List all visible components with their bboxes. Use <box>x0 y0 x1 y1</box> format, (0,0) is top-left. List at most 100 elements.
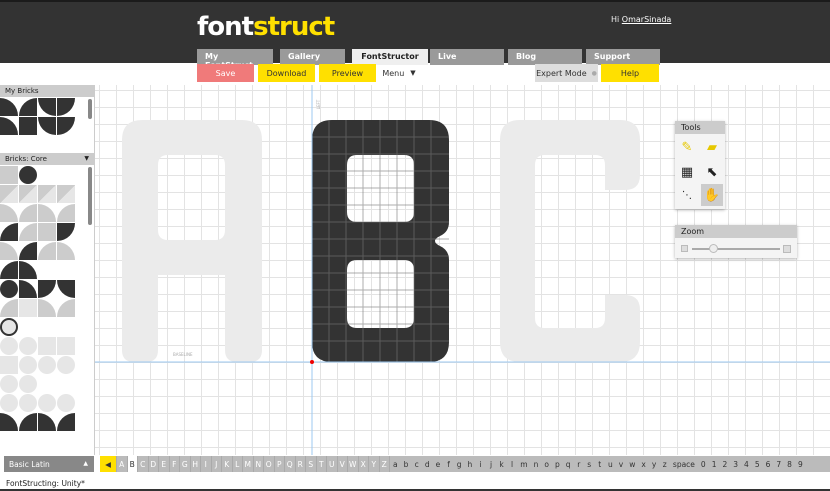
brick[interactable] <box>38 394 56 412</box>
brick[interactable] <box>0 185 18 203</box>
char-c[interactable]: c <box>411 456 422 472</box>
pencil-icon[interactable]: ✎ <box>676 136 698 158</box>
char-1[interactable]: 1 <box>709 456 720 472</box>
char-C[interactable]: C <box>138 456 149 472</box>
tab-my-fontstruct[interactable]: My FontStruct <box>197 49 273 70</box>
brick[interactable] <box>57 413 75 431</box>
char-E[interactable]: E <box>159 456 170 472</box>
brick[interactable] <box>0 318 18 336</box>
char-Z[interactable]: Z <box>380 456 390 472</box>
char-4[interactable]: 4 <box>741 456 752 472</box>
brick[interactable] <box>38 204 56 222</box>
char-i[interactable]: i <box>475 456 486 472</box>
char-O[interactable]: O <box>264 456 275 472</box>
download-button[interactable]: Download <box>258 64 315 82</box>
brick[interactable] <box>0 166 18 184</box>
brick[interactable] <box>57 356 75 374</box>
bricks-core-header[interactable]: Bricks: Core ▼ <box>0 153 94 165</box>
tab-support[interactable]: Support <box>586 49 660 65</box>
char-l[interactable]: l <box>507 456 518 472</box>
brick[interactable] <box>57 242 75 260</box>
char-K[interactable]: K <box>222 456 233 472</box>
brick[interactable] <box>0 223 18 241</box>
brick[interactable] <box>38 356 56 374</box>
brick[interactable] <box>38 337 56 355</box>
brick[interactable] <box>57 98 75 116</box>
brick[interactable] <box>19 185 37 203</box>
brick[interactable] <box>19 166 37 184</box>
brick[interactable] <box>57 223 75 241</box>
char-F[interactable]: F <box>170 456 180 472</box>
char-a[interactable]: a <box>390 456 401 472</box>
brick[interactable] <box>19 223 37 241</box>
zoom-in-icon[interactable] <box>783 245 791 253</box>
char-b[interactable]: b <box>401 456 412 472</box>
char-j[interactable]: j <box>486 456 497 472</box>
brick[interactable] <box>57 280 75 298</box>
char-u[interactable]: u <box>605 456 616 472</box>
brick[interactable] <box>38 98 56 116</box>
brick[interactable] <box>57 299 75 317</box>
brick[interactable] <box>0 117 18 135</box>
eraser-icon[interactable]: ▰ <box>701 136 723 158</box>
char-s[interactable]: s <box>584 456 595 472</box>
expert-mode-toggle[interactable]: Expert Mode ● <box>535 64 598 82</box>
char-I[interactable]: I <box>201 456 212 472</box>
preview-button[interactable]: Preview <box>319 64 376 82</box>
select-arrow-icon[interactable]: ⬉ <box>701 161 723 183</box>
brick[interactable] <box>38 299 56 317</box>
hand-icon[interactable]: ✋ <box>701 184 723 206</box>
char-8[interactable]: 8 <box>784 456 795 472</box>
username-link[interactable]: OmarSinada <box>622 15 672 24</box>
char-e[interactable]: e <box>433 456 444 472</box>
brick[interactable] <box>19 337 37 355</box>
char-g[interactable]: g <box>454 456 465 472</box>
char-3[interactable]: 3 <box>730 456 741 472</box>
brick[interactable] <box>0 337 18 355</box>
brick[interactable] <box>19 356 37 374</box>
line-dots-icon[interactable]: ⋱ <box>676 184 698 206</box>
brick[interactable] <box>0 413 18 431</box>
char-v[interactable]: v <box>616 456 627 472</box>
char-t[interactable]: t <box>595 456 606 472</box>
brick[interactable] <box>0 98 18 116</box>
char-r[interactable]: r <box>574 456 585 472</box>
char-k[interactable]: k <box>496 456 507 472</box>
tab-gallery[interactable]: Gallery <box>280 49 345 65</box>
brick[interactable] <box>57 204 75 222</box>
char-H[interactable]: H <box>191 456 201 472</box>
char-w[interactable]: w <box>626 456 638 472</box>
char-M[interactable]: M <box>243 456 254 472</box>
brick[interactable] <box>19 117 37 135</box>
char-L[interactable]: L <box>233 456 243 472</box>
char-d[interactable]: d <box>422 456 433 472</box>
brick[interactable] <box>38 223 56 241</box>
char-P[interactable]: P <box>275 456 285 472</box>
char-y[interactable]: y <box>649 456 660 472</box>
char-space[interactable]: space <box>670 456 698 472</box>
char-z[interactable]: z <box>659 456 670 472</box>
char-n[interactable]: n <box>531 456 542 472</box>
core-bricks-scrollbar[interactable] <box>88 167 92 225</box>
brick[interactable] <box>57 117 75 135</box>
brick[interactable] <box>19 413 37 431</box>
char-m[interactable]: m <box>517 456 530 472</box>
char-6[interactable]: 6 <box>763 456 774 472</box>
menu-button[interactable]: Menu ▼ <box>380 64 418 82</box>
glyph-canvas[interactable]: LEFT BASELINE Tools ✎ ▰ ▦ ⬉ ⋱ ✋ Zoom <box>95 85 830 455</box>
char-V[interactable]: V <box>338 456 348 472</box>
brick[interactable] <box>19 280 37 298</box>
my-bricks-header[interactable]: My Bricks <box>0 85 94 97</box>
charset-select[interactable]: Basic Latin ▲ <box>4 456 94 472</box>
char-R[interactable]: R <box>296 456 306 472</box>
char-p[interactable]: p <box>552 456 563 472</box>
brick[interactable] <box>0 356 18 374</box>
char-7[interactable]: 7 <box>773 456 784 472</box>
tab-live[interactable]: Live <box>430 49 504 65</box>
char-X[interactable]: X <box>359 456 369 472</box>
zoom-slider-track[interactable] <box>692 248 780 250</box>
brick[interactable] <box>0 280 18 298</box>
char-N[interactable]: N <box>254 456 264 472</box>
brick[interactable] <box>0 299 18 317</box>
char-B[interactable]: B <box>127 456 138 472</box>
